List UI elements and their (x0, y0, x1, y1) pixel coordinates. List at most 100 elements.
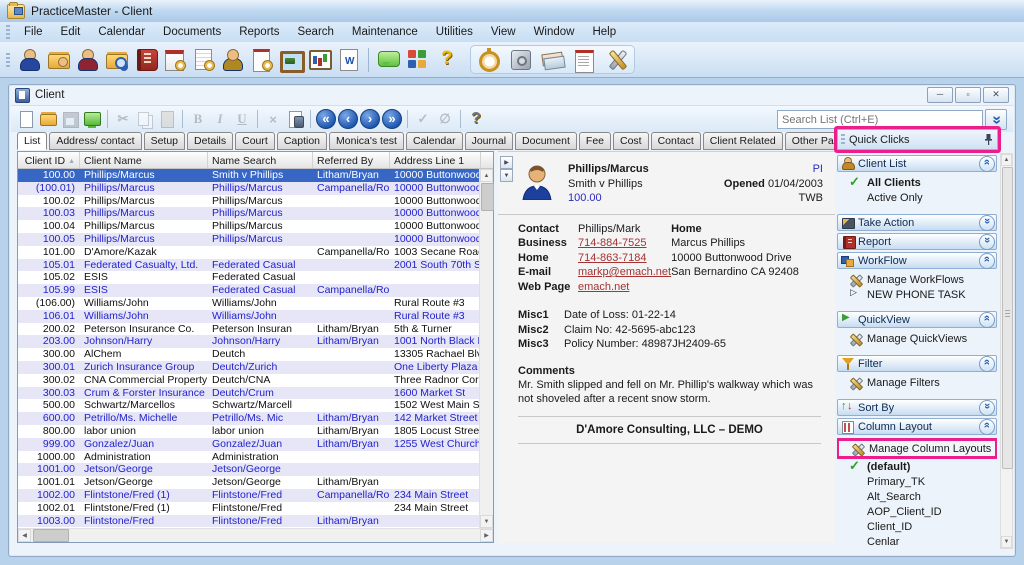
menu-window[interactable]: Window (525, 24, 584, 40)
table-row[interactable]: 105.99 ESIS Federated Casual Campanella/Rob… (18, 284, 479, 297)
gallery-icon[interactable] (278, 47, 305, 73)
chevron-up-icon[interactable] (979, 311, 995, 328)
tab-list[interactable]: List (17, 132, 48, 150)
tab-client-related[interactable]: Client Related (702, 132, 783, 150)
sidebar-item-active-only[interactable]: Active Only (837, 190, 997, 205)
table-row[interactable]: 203.00 Johnson/Harry Johnson/Harry Litham/B… (18, 335, 479, 349)
scroll-right-button[interactable]: ▶ (480, 529, 493, 542)
section-filter[interactable]: Filter (837, 355, 997, 372)
section-quickview[interactable]: QuickView (837, 311, 997, 328)
help-icon[interactable] (434, 47, 459, 72)
table-row[interactable]: 300.01 Zurich Insurance Group Deutch/Zuric… (18, 360, 479, 374)
table-row[interactable]: 200.02 Peterson Insurance Co. Peterson Ins… (18, 323, 479, 336)
sidebar-item-manage-column-layouts[interactable]: Manage Column Layouts (839, 441, 995, 456)
table-row[interactable]: 1002.00 Flintstone/Fred (1) Flintstone/Fre… (18, 488, 479, 502)
tab-monica-s-test[interactable]: Monica's test (329, 132, 404, 150)
table-row[interactable]: 500.00 Schwartz/Marcellos Schwartz/Marcell… (18, 399, 479, 412)
ok-button[interactable] (413, 109, 433, 129)
horizontal-scroll-thumb[interactable] (33, 529, 69, 542)
tab-fee[interactable]: Fee (578, 132, 611, 150)
client-file-icon[interactable] (46, 47, 71, 72)
sidebar-item-cenlar[interactable]: Cenlar (837, 534, 997, 549)
horizontal-scrollbar[interactable]: ◀ ▶ (18, 528, 493, 542)
chart-icon[interactable] (307, 47, 332, 72)
tab-setup[interactable]: Setup (143, 132, 186, 150)
table-row[interactable]: (100.01) Phillips/Marcus Phillips/Marcus Ca… (18, 181, 479, 195)
paste-button[interactable] (157, 109, 177, 129)
contact-link[interactable]: markp@emach.net (578, 265, 671, 280)
table-row[interactable]: (106.00) Williams/John Williams/John Rural … (18, 297, 479, 310)
journal-icon[interactable] (191, 47, 216, 72)
chevron-up-icon[interactable] (979, 355, 995, 372)
last-record-button[interactable] (382, 109, 402, 129)
sidebar-item-alt-search[interactable]: Alt_Search (837, 489, 997, 504)
menubar-grip[interactable] (6, 25, 10, 39)
open-button[interactable] (38, 109, 58, 129)
search-icon[interactable] (104, 47, 129, 72)
previous-record-button[interactable] (338, 109, 358, 129)
chevron-up-icon[interactable] (979, 252, 995, 269)
sidebar-item-client-id[interactable]: Client_ID (837, 519, 997, 534)
conflict-check-icon[interactable] (220, 47, 245, 72)
toolbar-grip[interactable] (6, 52, 10, 67)
table-row[interactable]: 1003.00 Flintstone/Fred Flintstone/Fred Lit… (18, 514, 479, 528)
italic-button[interactable] (210, 109, 230, 129)
table-row[interactable]: 100.04 Phillips/Marcus Phillips/Marcus 1000… (18, 220, 479, 233)
menu-maintenance[interactable]: Maintenance (343, 24, 427, 40)
word-document-icon[interactable] (336, 47, 361, 72)
chevron-up-icon[interactable] (979, 418, 995, 435)
table-row[interactable]: 100.02 Phillips/Marcus Phillips/Marcus 1000… (18, 195, 479, 208)
delete-button[interactable] (263, 109, 283, 129)
scroll-up-button[interactable]: ▲ (480, 169, 493, 182)
scroll-left-button[interactable]: ◀ (18, 529, 31, 542)
pane-collapse-button[interactable]: ▼ (500, 169, 513, 182)
sidebar-item-manage-filters[interactable]: Manage Filters (837, 375, 997, 390)
menu-documents[interactable]: Documents (154, 24, 230, 40)
sidebar-item-aop-client-id[interactable]: AOP_Client_ID (837, 504, 997, 519)
tab-court[interactable]: Court (235, 132, 275, 150)
timer-icon[interactable] (476, 47, 501, 72)
table-row[interactable]: 100.03 Phillips/Marcus Phillips/Marcus 1000… (18, 207, 479, 221)
contact-link[interactable]: emach.net (578, 280, 629, 295)
checks-icon[interactable] (540, 47, 565, 72)
tab-details[interactable]: Details (187, 132, 234, 150)
column-header-client-id[interactable]: Client ID ▲ (18, 152, 80, 168)
contact-link[interactable]: 714-863-7184 (578, 251, 647, 266)
sidebar-scroll-thumb[interactable] (1002, 167, 1013, 469)
sidebar-scroll-up-button[interactable]: ▲ (1001, 154, 1012, 166)
maximize-button[interactable]: ▫ (955, 87, 981, 103)
bold-button[interactable] (188, 109, 208, 129)
sidebar-item-manage-quickviews[interactable]: Manage QuickViews (837, 331, 997, 346)
table-row[interactable]: 100.00 Phillips/Marcus Smith v Phillips Lit… (18, 169, 479, 182)
sidebar-item-new-phone-task[interactable]: NEW PHONE TASK (837, 287, 997, 302)
table-row[interactable]: 1002.01 Flintstone/Fred (1) Flintstone/Fre… (18, 502, 479, 515)
quick-clicks-header[interactable]: Quick Clicks (837, 129, 998, 150)
save-button[interactable] (60, 109, 80, 129)
menu-help[interactable]: Help (583, 24, 625, 40)
sidebar-item-all-clients[interactable]: All Clients (837, 174, 997, 190)
new-button[interactable] (16, 109, 36, 129)
table-row[interactable]: 105.01 Federated Casualty, Ltd. Federated … (18, 258, 479, 272)
calendar-icon[interactable] (162, 47, 187, 72)
message-icon[interactable] (376, 47, 401, 72)
chevron-down-icon[interactable] (979, 399, 995, 416)
table-row[interactable]: 300.00 AlChem Deutch 13305 Rachael Blvd., (18, 348, 479, 361)
copy-button[interactable] (135, 109, 155, 129)
column-header-name-search[interactable]: Name Search (208, 152, 313, 168)
phone-dialer-button[interactable] (285, 109, 305, 129)
tab-address-contact[interactable]: Address/ contact (49, 132, 142, 150)
close-button[interactable]: ✕ (983, 87, 1009, 103)
pin-icon[interactable] (984, 134, 993, 145)
tools-icon[interactable] (604, 47, 629, 72)
vertical-scroll-thumb[interactable] (481, 183, 494, 211)
menu-calendar[interactable]: Calendar (89, 24, 154, 40)
search-expand-button[interactable] (985, 109, 1007, 130)
table-row[interactable]: 300.03 Crum & Forster Insurance Deutch/Cru… (18, 386, 479, 400)
sidebar-item-default[interactable]: (default) (837, 458, 997, 474)
contact-link[interactable]: 714-884-7525 (578, 236, 647, 251)
minimize-button[interactable]: ─ (927, 87, 953, 103)
table-row[interactable]: 1000.00 Administration Administration (18, 451, 479, 464)
section-take-action[interactable]: Take Action (837, 214, 997, 231)
address-book-icon[interactable] (133, 47, 158, 72)
table-row[interactable]: 100.05 Phillips/Marcus Phillips/Marcus 1000… (18, 232, 479, 246)
